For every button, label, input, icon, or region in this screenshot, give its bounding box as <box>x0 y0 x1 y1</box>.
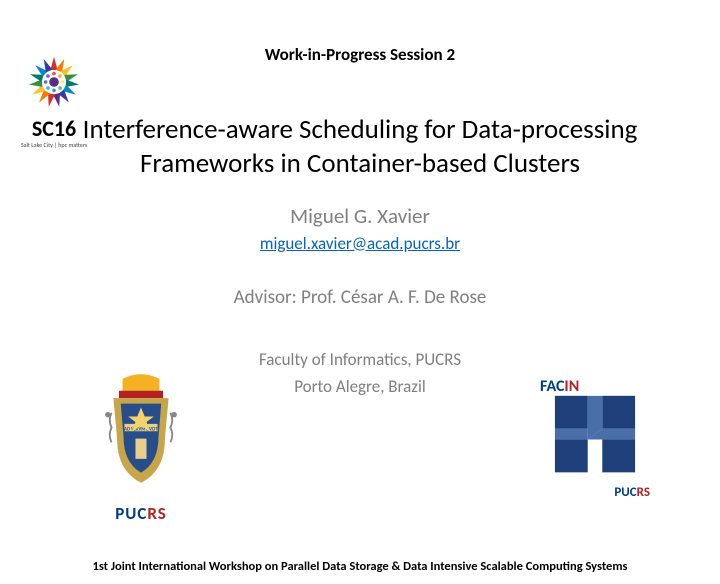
sc16-text: SC16 <box>14 119 94 139</box>
sc16-logo: SC16 Salt Lake City | hpc matters <box>14 52 94 149</box>
presentation-title: Interference-aware Scheduling for Data-p… <box>0 113 720 181</box>
email-link[interactable]: miguel.xavier@acad.pucrs.br <box>260 233 460 254</box>
facin-pucrs-label: PUCRS <box>540 485 650 500</box>
facin-blocks-icon <box>540 394 650 476</box>
session-label: Work-in-Progress Session 2 <box>0 44 720 65</box>
author-email: miguel.xavier@acad.pucrs.br <box>0 233 720 254</box>
facin-logo: FACIN PUCRS <box>540 380 650 500</box>
advisor-line: Advisor: Prof. César A. F. De Rose <box>0 286 720 309</box>
sc16-city: Salt Lake City | hpc matters <box>14 141 94 149</box>
pucrs-crest-logo: AD VERVM DVCIT PUCRS <box>95 374 187 524</box>
facin-text: FACIN <box>540 380 650 394</box>
pucrs-label: PUCRS <box>95 503 187 524</box>
author-name: Miguel G. Xavier <box>0 203 720 229</box>
svg-text:AD VERVM DVCIT: AD VERVM DVCIT <box>124 427 158 432</box>
crest-icon: AD VERVM DVCIT <box>95 374 187 494</box>
footer-workshop: 1st Joint International Workshop on Para… <box>0 559 720 574</box>
starburst-icon <box>24 52 84 112</box>
faculty-line: Faculty of Informatics, PUCRS <box>0 349 720 370</box>
